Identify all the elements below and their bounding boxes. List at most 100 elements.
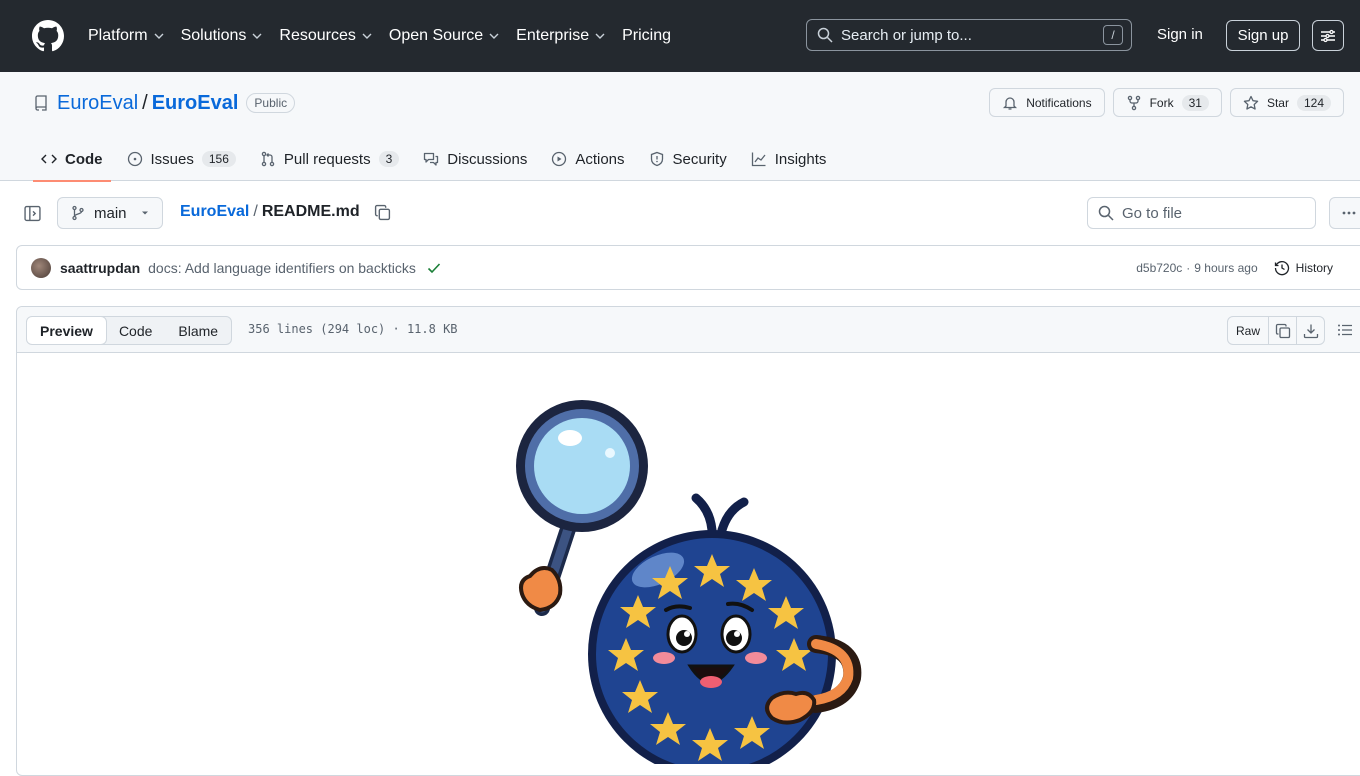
latest-commit-bar: saattrupdan docs: Add language identifie… xyxy=(16,245,1360,290)
tab-security-label: Security xyxy=(672,150,727,168)
tab-code-label: Code xyxy=(65,150,103,168)
tab-actions[interactable]: Actions xyxy=(543,137,632,181)
toggle-sidebar-button[interactable] xyxy=(24,205,41,222)
notifications-label: Notifications xyxy=(1026,95,1092,110)
view-preview-button[interactable]: Preview xyxy=(27,317,107,344)
visibility-badge: Public xyxy=(246,93,296,113)
global-search-input[interactable]: Search or jump to... / xyxy=(806,19,1132,51)
file-actions: Raw xyxy=(1227,316,1325,345)
nav-resources-label: Resources xyxy=(279,27,356,44)
commit-meta: d5b720c · 9 hours ago History xyxy=(1136,260,1333,276)
header-menu-button[interactable] xyxy=(1312,20,1344,51)
tab-actions-label: Actions xyxy=(575,150,625,168)
tab-discussions[interactable]: Discussions xyxy=(415,137,535,181)
nav-enterprise[interactable]: Enterprise xyxy=(516,20,606,52)
file-header: Preview Code Blame 356 lines (294 loc) ·… xyxy=(17,307,1360,353)
branch-name: main xyxy=(94,204,127,222)
search-placeholder: Search or jump to... xyxy=(841,26,972,44)
caret-down-icon xyxy=(142,211,148,215)
commit-author-link[interactable]: saattrupdan xyxy=(60,260,140,276)
global-header: Platform Solutions Resources Open Source… xyxy=(0,0,1360,72)
graph-icon xyxy=(751,152,766,167)
chevron-down-icon xyxy=(489,33,499,39)
sign-in-link[interactable]: Sign in xyxy=(1157,26,1203,43)
bell-icon xyxy=(1003,96,1018,110)
raw-button[interactable]: Raw xyxy=(1228,317,1268,344)
fork-icon xyxy=(1127,95,1140,110)
repo-icon xyxy=(35,95,47,111)
history-icon xyxy=(1274,260,1289,275)
history-button[interactable]: History xyxy=(1274,260,1333,276)
nav-resources[interactable]: Resources xyxy=(279,20,372,52)
nav-open-source[interactable]: Open Source xyxy=(389,20,500,52)
tab-insights-label: Insights xyxy=(774,150,827,168)
tab-issues-label: Issues xyxy=(150,150,194,168)
chevron-down-icon xyxy=(252,33,262,39)
tab-security[interactable]: Security xyxy=(641,137,735,181)
tab-code[interactable]: Code xyxy=(33,137,111,182)
pull-request-icon xyxy=(261,151,275,167)
check-icon[interactable] xyxy=(426,260,442,276)
breadcrumb-separator: / xyxy=(253,203,258,220)
file-navigation: main EuroEval / README.md Go to file xyxy=(0,197,1360,229)
breadcrumb-repo-link[interactable]: EuroEval xyxy=(180,203,249,221)
branch-selector[interactable]: main xyxy=(57,197,163,229)
sign-up-button[interactable]: Sign up xyxy=(1226,20,1300,51)
go-to-file-input[interactable]: Go to file xyxy=(1087,197,1316,229)
repo-name-link[interactable]: EuroEval xyxy=(152,92,239,115)
sidebar-expand-icon xyxy=(24,205,41,222)
view-code-button[interactable]: Code xyxy=(106,317,165,344)
chevron-down-icon xyxy=(362,33,372,39)
fork-button[interactable]: Fork 31 xyxy=(1112,88,1222,117)
commit-sha-link[interactable]: d5b720c xyxy=(1136,261,1182,275)
search-icon xyxy=(1098,205,1114,221)
issue-icon xyxy=(127,151,142,167)
history-label: History xyxy=(1295,260,1333,275)
tab-pull-requests-count: 3 xyxy=(378,151,400,167)
nav-platform[interactable]: Platform xyxy=(88,20,165,52)
go-to-file-placeholder: Go to file xyxy=(1122,204,1183,222)
chevron-down-icon xyxy=(154,33,164,39)
avatar[interactable] xyxy=(31,257,51,278)
tab-issues[interactable]: Issues 156 xyxy=(119,137,244,181)
branch-icon xyxy=(72,205,84,221)
euroeval-mascot-image xyxy=(516,400,862,764)
copy-icon xyxy=(1275,323,1290,338)
file-info: 356 lines (294 loc) · 11.8 KB xyxy=(248,322,458,336)
copy-path-button[interactable] xyxy=(374,204,391,221)
download-icon xyxy=(1303,324,1318,338)
nav-solutions[interactable]: Solutions xyxy=(181,20,264,52)
star-button[interactable]: Star 124 xyxy=(1229,88,1344,117)
star-label: Star xyxy=(1266,95,1289,110)
notifications-button[interactable]: Notifications xyxy=(989,88,1105,117)
tab-discussions-label: Discussions xyxy=(447,150,528,168)
view-blame-button[interactable]: Blame xyxy=(165,317,231,344)
commit-message-link[interactable]: docs: Add language identifiers on backti… xyxy=(148,260,416,276)
view-mode-toggle: Preview Code Blame xyxy=(26,316,233,345)
github-logo-icon[interactable] xyxy=(32,20,64,52)
discussion-icon xyxy=(424,152,439,166)
repo-header: EuroEval / EuroEval Public Notifications… xyxy=(0,72,1360,182)
more-options-button[interactable] xyxy=(1329,197,1360,229)
commit-time: 9 hours ago xyxy=(1194,260,1258,275)
tab-issues-count: 156 xyxy=(201,151,236,167)
repo-actions: Notifications Fork 31 Star 124 xyxy=(989,88,1344,117)
breadcrumb: EuroEval / README.md xyxy=(180,203,391,221)
chevron-down-icon xyxy=(595,33,605,39)
tab-pull-requests-label: Pull requests xyxy=(283,150,371,168)
nav-pricing-label: Pricing xyxy=(622,27,671,44)
list-unordered-icon xyxy=(1338,324,1352,336)
fork-count: 31 xyxy=(1181,94,1209,111)
nav-platform-label: Platform xyxy=(88,27,148,44)
tab-insights[interactable]: Insights xyxy=(743,137,835,181)
download-button[interactable] xyxy=(1296,317,1324,344)
nav-enterprise-label: Enterprise xyxy=(516,27,590,44)
meta-separator: · xyxy=(1186,260,1191,275)
search-icon xyxy=(817,27,833,43)
nav-pricing[interactable]: Pricing xyxy=(622,20,671,52)
breadcrumb-file: README.md xyxy=(261,203,360,220)
tab-pull-requests[interactable]: Pull requests 3 xyxy=(252,137,407,181)
repo-owner-link[interactable]: EuroEval xyxy=(57,92,138,115)
outline-button[interactable] xyxy=(1337,322,1353,338)
copy-raw-button[interactable] xyxy=(1268,317,1296,344)
